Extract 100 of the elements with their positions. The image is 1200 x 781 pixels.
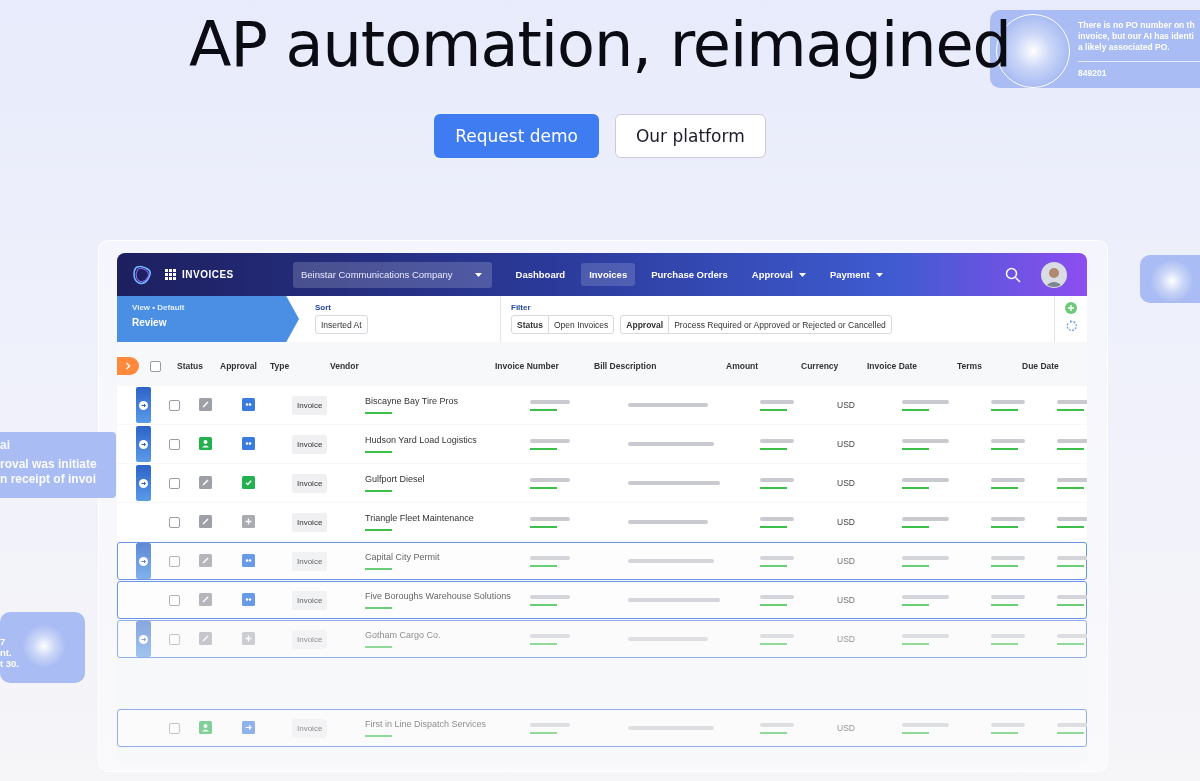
dots-icon	[242, 553, 255, 567]
view-name: Review	[132, 317, 168, 328]
column-header[interactable]: Invoice Number	[495, 361, 559, 371]
vendor-name: Triangle Fleet Maintenance	[365, 513, 475, 523]
row-checkbox[interactable]	[169, 633, 180, 645]
vendor-underline	[365, 607, 392, 609]
row-handle[interactable]	[136, 426, 151, 462]
search-icon[interactable]	[1005, 266, 1021, 283]
type-tag: Invoice	[292, 590, 328, 610]
currency-cell: USD	[837, 517, 855, 527]
type-tag: Invoice	[292, 512, 328, 532]
placeholder-bar	[991, 399, 1025, 411]
placeholder-bar	[991, 594, 1025, 606]
vendor-underline	[365, 646, 392, 648]
platform-button[interactable]: Our platform	[614, 114, 766, 158]
row-checkbox[interactable]	[169, 477, 180, 489]
invoice-row[interactable]: Invoice Five Boroughs Warehouse Solutions USD	[117, 581, 1087, 619]
row-checkbox[interactable]	[169, 722, 180, 734]
currency-cell: USD	[837, 439, 855, 449]
request-demo-button[interactable]: Request demo	[434, 114, 599, 158]
placeholder-bar	[902, 594, 949, 606]
add-icon[interactable]	[1065, 302, 1077, 314]
pencil-icon	[199, 592, 212, 606]
invoice-row[interactable]: Invoice Triangle Fleet Maintenance USD	[117, 503, 1087, 541]
placeholder-bar	[530, 438, 570, 450]
currency-cell: USD	[837, 595, 855, 605]
placeholder-bar	[530, 555, 570, 567]
vendor-underline	[365, 568, 392, 570]
company-select[interactable]: Beinstar Communications Company	[293, 261, 492, 288]
nav-tab[interactable]: Purchase Orders	[643, 263, 736, 286]
placeholder-bar	[760, 399, 794, 411]
placeholder-bar	[760, 633, 794, 645]
placeholder-bar	[902, 477, 949, 489]
column-header[interactable]: Amount	[726, 361, 759, 371]
row-checkbox[interactable]	[169, 399, 180, 411]
row-checkbox[interactable]	[169, 594, 180, 606]
placeholder-bar	[530, 594, 570, 606]
pencil-icon	[199, 553, 212, 567]
card-text: roval was initiate	[0, 457, 98, 472]
nav-tab[interactable]: Dashboard	[507, 263, 574, 286]
nav-tab[interactable]: Payment	[821, 263, 891, 286]
row-checkbox[interactable]	[169, 438, 180, 450]
row-checkbox[interactable]	[169, 555, 180, 567]
placeholder-bar	[991, 722, 1025, 734]
column-header[interactable]: Type	[270, 361, 290, 371]
card-text: invoice, but our AI has identi	[1078, 31, 1195, 42]
sort-field[interactable]: Inserted At	[315, 315, 368, 334]
column-header[interactable]: Status	[177, 361, 203, 371]
type-tag: Invoice	[292, 395, 328, 415]
nav-tab[interactable]: Approval	[743, 263, 814, 286]
placeholder-bar	[760, 516, 794, 528]
row-handle[interactable]	[136, 387, 151, 423]
person-icon	[199, 436, 212, 450]
placeholder-bar	[760, 555, 794, 567]
invoice-row[interactable]: Invoice Biscayne Bay Tire Pros USD	[117, 386, 1087, 424]
filter-chip[interactable]: Approval Process Required or Approved or Rejected or Cancelled	[620, 315, 892, 334]
row-checkbox[interactable]	[169, 516, 180, 528]
select-all-checkbox[interactable]	[150, 360, 161, 372]
card-text: ai	[0, 438, 11, 453]
invoice-row[interactable]: Invoice Hudson Yard Load Logistics USD	[117, 425, 1087, 463]
placeholder-bar	[530, 516, 570, 528]
filter-label: Filter	[511, 303, 532, 312]
card-text: t 30.	[0, 658, 19, 669]
person-icon	[199, 720, 212, 734]
pencil-icon	[199, 475, 212, 489]
refresh-icon[interactable]	[1065, 320, 1077, 332]
placeholder-bar	[991, 477, 1025, 489]
column-header[interactable]: Bill Description	[594, 361, 657, 371]
expand-button[interactable]	[117, 357, 139, 375]
pencil-icon	[199, 514, 212, 528]
dots-icon	[242, 592, 255, 606]
filter-chip[interactable]: Status Open Invoices	[511, 315, 615, 334]
row-handle[interactable]	[136, 543, 151, 579]
row-handle[interactable]	[136, 465, 151, 501]
hero-title: AP automation, reimagined	[189, 10, 1011, 80]
placeholder-bar	[760, 438, 794, 450]
grid-icon[interactable]	[165, 269, 176, 280]
placeholder-bar	[902, 633, 949, 645]
type-tag: Invoice	[292, 551, 328, 571]
column-header[interactable]: Due Date	[1022, 361, 1059, 371]
nav-tab[interactable]: Invoices	[581, 263, 636, 286]
column-header[interactable]: Terms	[957, 361, 982, 371]
placeholder-bar	[902, 399, 949, 411]
column-header[interactable]: Currency	[801, 361, 839, 371]
card-text: a likely associated PO.	[1078, 42, 1171, 53]
column-header[interactable]: Approval	[220, 361, 257, 371]
row-handle[interactable]	[136, 621, 151, 657]
type-tag: Invoice	[292, 473, 328, 493]
placeholder-bar	[760, 722, 794, 734]
currency-cell: USD	[837, 556, 855, 566]
dots-icon	[242, 436, 255, 450]
placeholder-bar	[902, 438, 949, 450]
invoice-row[interactable]: Invoice Gulfport Diesel USD	[117, 464, 1087, 502]
column-header[interactable]: Invoice Date	[867, 361, 918, 371]
column-header[interactable]: Vendor	[330, 361, 359, 371]
invoice-row[interactable]: Invoice Capital City Permit USD	[117, 542, 1087, 580]
placeholder-bar	[530, 633, 570, 645]
placeholder-bar	[530, 722, 570, 734]
avatar[interactable]	[1041, 261, 1067, 288]
vendor-name: First in Line Dispatch Services	[365, 719, 488, 729]
